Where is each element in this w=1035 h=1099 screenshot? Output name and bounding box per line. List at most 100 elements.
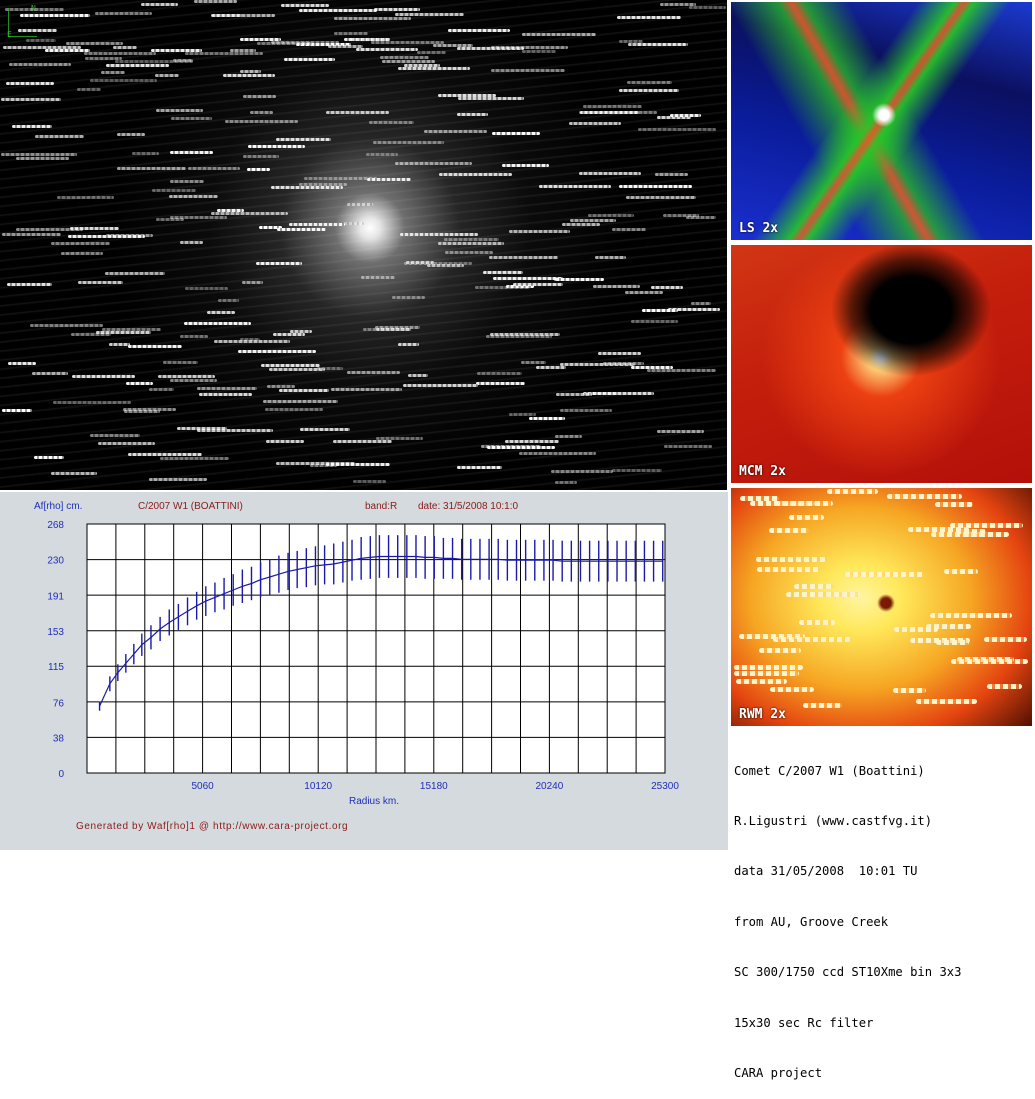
star-trail: [595, 256, 626, 259]
star-trail: [361, 276, 395, 279]
star-trail: [95, 12, 152, 15]
star-trail: [6, 82, 54, 85]
star-trail: [156, 109, 203, 112]
y-axis-label: Af[rho] cm.: [34, 501, 82, 512]
star-trail: [71, 333, 111, 336]
star-trail: [152, 189, 196, 192]
star-trail: [170, 379, 217, 382]
star-trail: [380, 56, 429, 59]
star-trail: [66, 42, 123, 45]
star-trail: [489, 256, 558, 259]
star-trail: [105, 272, 165, 275]
star-trail: [555, 435, 582, 438]
star-trail: [347, 371, 400, 374]
star-trail: [347, 203, 373, 206]
star-trail: [617, 16, 681, 19]
star-trail: [395, 13, 464, 16]
y-tick-labels: 0 38 76 115 153 191 230 268: [47, 520, 64, 780]
star-trail: [521, 361, 546, 364]
star-trail: [505, 440, 559, 443]
x-axis-label: Radius km.: [349, 796, 399, 807]
afrho-chart: Af[rho] cm. C/2007 W1 (BOATTINI) band:R …: [0, 492, 728, 850]
chart-band: band:R: [365, 501, 397, 512]
star-trail: [194, 0, 237, 3]
star-trail: [160, 457, 229, 460]
y-tick-label: 76: [53, 698, 65, 709]
star-trail: [2, 233, 61, 236]
star-trail: [642, 309, 678, 312]
star-trail: [356, 48, 418, 51]
star-trail: [486, 335, 552, 338]
star-trail: [593, 285, 640, 288]
star-trail: [115, 60, 193, 63]
star-trail: [556, 393, 592, 396]
star-trail: [1, 153, 77, 156]
rwm-trail: [987, 684, 1022, 689]
star-trail: [68, 235, 145, 238]
star-trail: [51, 472, 97, 475]
star-trail: [331, 388, 402, 391]
rwm-trail: [734, 665, 803, 670]
star-trail: [536, 366, 566, 369]
star-trail: [284, 58, 335, 61]
x-tick-labels: 5060 10120 15180 20240 25300: [191, 781, 679, 792]
star-trail: [539, 185, 611, 188]
star-trail: [240, 70, 261, 73]
star-trail: [333, 440, 392, 443]
caption-line: from AU, Groove Creek: [734, 914, 889, 929]
rwm-trail: [734, 671, 799, 676]
star-trail: [562, 223, 600, 226]
star-trail: [477, 372, 522, 375]
star-trail: [664, 445, 712, 448]
star-trail: [16, 157, 69, 160]
rwm-trail: [935, 502, 973, 507]
star-trail: [7, 283, 52, 286]
star-trail: [334, 32, 368, 35]
star-trail: [128, 453, 202, 456]
star-trail: [212, 14, 275, 17]
star-trail: [180, 335, 208, 338]
y-tick-label: 230: [47, 555, 64, 566]
star-trail: [583, 392, 654, 395]
star-trail: [583, 105, 642, 108]
star-trail: [263, 400, 338, 403]
star-trail: [124, 410, 160, 413]
star-trail: [265, 408, 323, 411]
star-trail: [90, 79, 157, 82]
rwm-trail: [845, 572, 924, 577]
caption-line: CARA project: [734, 1065, 823, 1080]
y-tick-label: 191: [47, 592, 64, 603]
caption-line: data 31/05/2008 10:01 TU: [734, 864, 918, 879]
star-trail: [273, 333, 305, 336]
star-trail: [276, 138, 331, 141]
star-trail: [53, 401, 131, 404]
star-trail: [5, 8, 64, 11]
star-trail: [277, 228, 326, 231]
star-trail: [300, 428, 350, 431]
star-trail: [279, 389, 329, 392]
star-trail: [475, 286, 530, 289]
x-tick-label: 5060: [191, 781, 214, 792]
star-trail: [77, 88, 101, 91]
star-trail: [84, 52, 156, 55]
star-trail: [51, 242, 110, 245]
rwm-trail: [954, 613, 1012, 618]
star-trail: [289, 223, 345, 226]
star-trail: [408, 374, 428, 377]
star-trail: [128, 345, 182, 348]
star-trail: [218, 299, 239, 302]
star-trail: [366, 153, 398, 156]
star-trail: [18, 29, 57, 32]
star-trail: [628, 43, 686, 46]
star-trail: [619, 89, 679, 92]
star-trail: [492, 132, 540, 135]
star-trail: [266, 440, 304, 443]
star-trail: [424, 130, 487, 133]
y-tick-label: 115: [48, 662, 64, 673]
star-trail: [1, 98, 61, 101]
star-trail: [214, 340, 290, 343]
star-trail: [655, 173, 688, 176]
star-trail: [403, 384, 478, 387]
star-trail: [188, 167, 240, 170]
star-trail: [35, 135, 84, 138]
